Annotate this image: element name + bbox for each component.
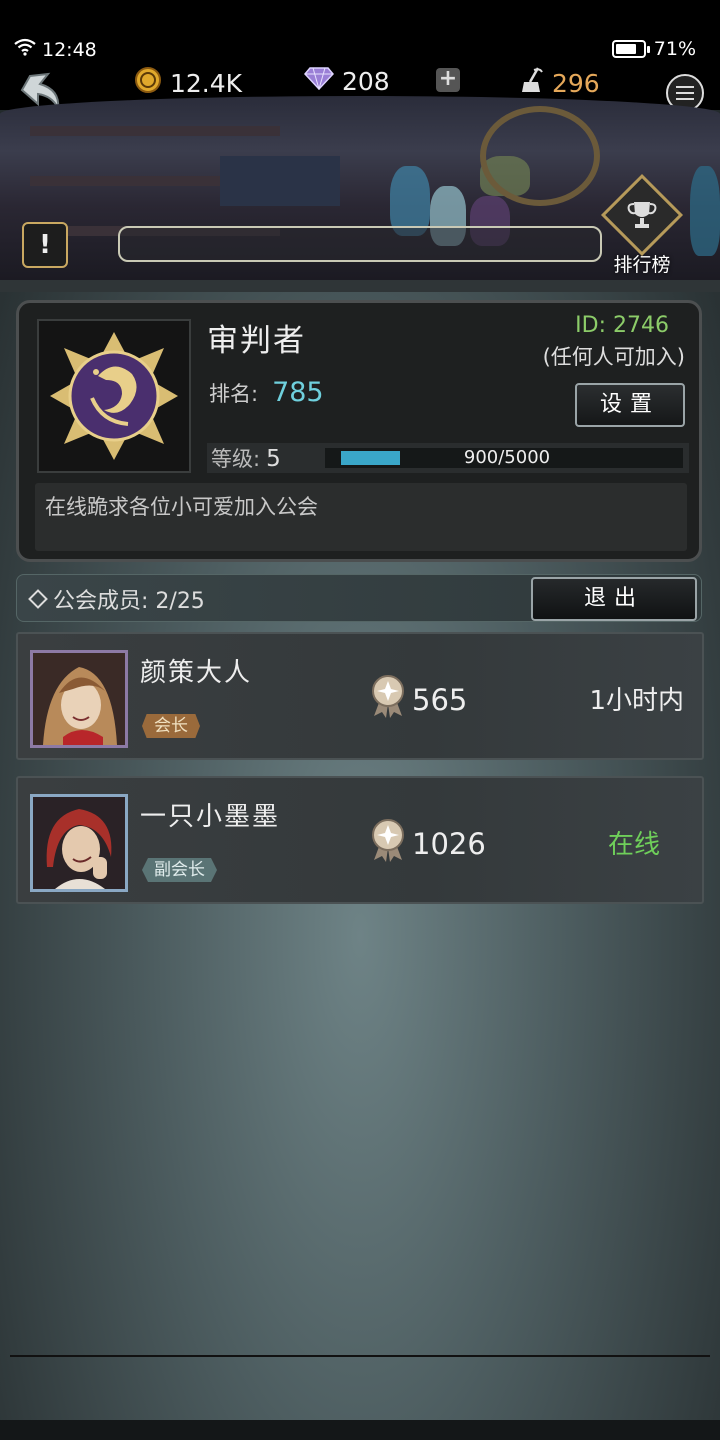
guild-emblem-icon bbox=[50, 332, 178, 460]
ink-counter: 296 bbox=[518, 66, 600, 100]
member-status: 1小时内 bbox=[589, 686, 684, 716]
xp-progress-bar: 900/5000 bbox=[325, 448, 683, 468]
members-count-text: 公会成员: 2/25 bbox=[53, 589, 205, 614]
add-gems-button[interactable]: + bbox=[436, 68, 460, 92]
announcement-input[interactable] bbox=[118, 226, 602, 262]
gem-icon bbox=[304, 66, 334, 96]
members-header: 公会成员: 2/25 退出 bbox=[16, 574, 702, 622]
gem-amount: 208 bbox=[342, 66, 390, 96]
guild-info-card: 审判者 ID: 2746 (任何人可加入) 排名: 785 设置 等级: 5 90… bbox=[16, 300, 702, 562]
level-value: 5 bbox=[266, 446, 281, 472]
rank-value: 785 bbox=[272, 377, 324, 408]
member-row[interactable]: 一只小墨墨 副会长 1026 在线 bbox=[16, 776, 704, 904]
guild-name: 审判者 bbox=[207, 323, 306, 359]
member-score: 1026 bbox=[370, 818, 486, 869]
diamond-icon bbox=[28, 589, 48, 609]
xp-text: 900/5000 bbox=[463, 447, 551, 468]
member-score: 565 bbox=[370, 674, 467, 725]
coin-counter: 12.4K bbox=[134, 66, 242, 100]
coin-icon bbox=[134, 66, 162, 100]
gem-counter: 208 bbox=[304, 66, 390, 96]
role-badge: 副会长 bbox=[142, 858, 217, 882]
level-label: 等级: 5 bbox=[207, 443, 325, 473]
trophy-icon bbox=[600, 173, 684, 257]
member-name: 一只小墨墨 bbox=[140, 802, 281, 832]
role-badge: 会长 bbox=[142, 714, 200, 738]
bottom-divider bbox=[10, 1355, 710, 1357]
members-count: 公会成员: 2/25 bbox=[28, 583, 205, 615]
member-row[interactable]: 颜策大人 会长 565 1小时内 bbox=[16, 632, 704, 760]
avatar bbox=[30, 650, 128, 748]
battery-level: 71% bbox=[653, 38, 696, 60]
inkwell-icon bbox=[518, 66, 544, 100]
status-right: 71% bbox=[611, 38, 696, 60]
medal-icon bbox=[370, 674, 406, 725]
level-label-text: 等级: bbox=[211, 447, 261, 471]
guild-emblem[interactable] bbox=[37, 319, 191, 473]
bottom-frame bbox=[0, 1420, 720, 1440]
member-name: 颜策大人 bbox=[140, 658, 253, 688]
member-status: 在线 bbox=[607, 830, 660, 860]
battery-icon bbox=[611, 40, 650, 58]
medal-icon bbox=[370, 818, 406, 869]
score-value: 1026 bbox=[412, 826, 486, 861]
frame-divider bbox=[0, 280, 720, 292]
avatar bbox=[30, 794, 128, 892]
guild-level: 等级: 5 900/5000 bbox=[207, 443, 689, 473]
guild-motto: 在线跪求各位小可爱加入公会 bbox=[35, 483, 687, 551]
ink-amount: 296 bbox=[552, 68, 600, 98]
exit-guild-button[interactable]: 退出 bbox=[531, 577, 697, 621]
coin-amount: 12.4K bbox=[170, 68, 243, 98]
rank-label: 排名: bbox=[209, 382, 259, 406]
clock: 12:48 bbox=[42, 38, 97, 61]
score-value: 565 bbox=[412, 682, 468, 717]
guild-id: ID: 2746 bbox=[575, 313, 669, 338]
settings-button[interactable]: 设置 bbox=[575, 383, 685, 427]
wifi-icon bbox=[14, 38, 36, 61]
leaderboard-button[interactable]: 排行榜 bbox=[600, 173, 684, 278]
status-left: 12:48 bbox=[14, 38, 97, 61]
join-policy: (任何人可加入) bbox=[542, 345, 685, 369]
notice-icon[interactable]: ! bbox=[22, 222, 68, 268]
guild-rank: 排名: 785 bbox=[209, 377, 324, 408]
